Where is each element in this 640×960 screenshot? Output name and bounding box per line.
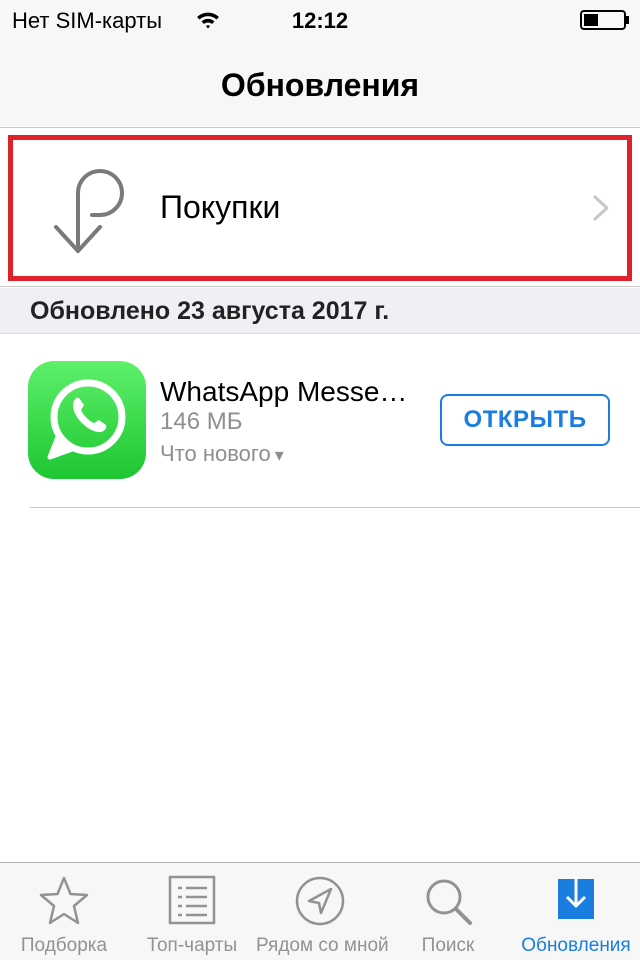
whats-new-label: Что нового xyxy=(160,441,271,466)
location-arrow-icon xyxy=(295,876,345,926)
tab-updates[interactable]: Обновления xyxy=(512,863,640,960)
app-size: 146 МБ xyxy=(160,408,243,435)
updates-icon xyxy=(558,877,594,919)
tab-near-me[interactable]: Рядом со мной xyxy=(256,863,389,960)
app-update-row[interactable]: WhatsApp Messe… 146 МБ Что нового ▾ ОТКРЫ… xyxy=(0,335,640,509)
search-icon xyxy=(426,879,472,925)
purchases-loop-arrow-icon xyxy=(54,169,124,253)
tab-label: Топ-чарты xyxy=(146,935,238,956)
chevron-right-icon xyxy=(593,195,609,221)
row-divider xyxy=(30,507,640,508)
purchases-label: Покупки xyxy=(160,189,281,225)
tab-top-charts[interactable]: Топ-чарты xyxy=(128,863,256,960)
navigation-bar: Обновления xyxy=(0,40,640,128)
section-header: Обновлено 23 августа 2017 г. xyxy=(0,288,640,334)
battery-icon xyxy=(580,10,629,30)
app-name: WhatsApp Messe… xyxy=(160,376,408,407)
tab-bar: Подборка Топ-чарты Рядом со мной Поиск О… xyxy=(0,862,640,960)
section-header-date: Обновлено 23 августа 2017 г. xyxy=(30,297,390,325)
dropdown-arrow-icon: ▾ xyxy=(274,445,284,465)
star-icon xyxy=(39,876,89,925)
tab-label: Рядом со мной xyxy=(256,935,389,956)
tab-label: Обновления xyxy=(521,935,631,956)
tab-featured[interactable]: Подборка xyxy=(0,863,128,960)
whats-new-link[interactable]: Что нового ▾ xyxy=(160,439,284,470)
tab-label: Поиск xyxy=(421,935,475,956)
status-bar: Нет SIM-карты 12:12 xyxy=(0,0,640,40)
list-icon xyxy=(168,875,216,925)
page-title: Обновления xyxy=(220,67,420,103)
tab-search[interactable]: Поиск xyxy=(384,863,512,960)
purchases-row[interactable]: Покупки xyxy=(0,129,640,287)
tab-label: Подборка xyxy=(20,935,108,956)
whatsapp-icon[interactable] xyxy=(28,361,146,479)
open-button[interactable]: ОТКРЫТЬ xyxy=(440,394,610,446)
status-time: 12:12 xyxy=(291,8,349,33)
